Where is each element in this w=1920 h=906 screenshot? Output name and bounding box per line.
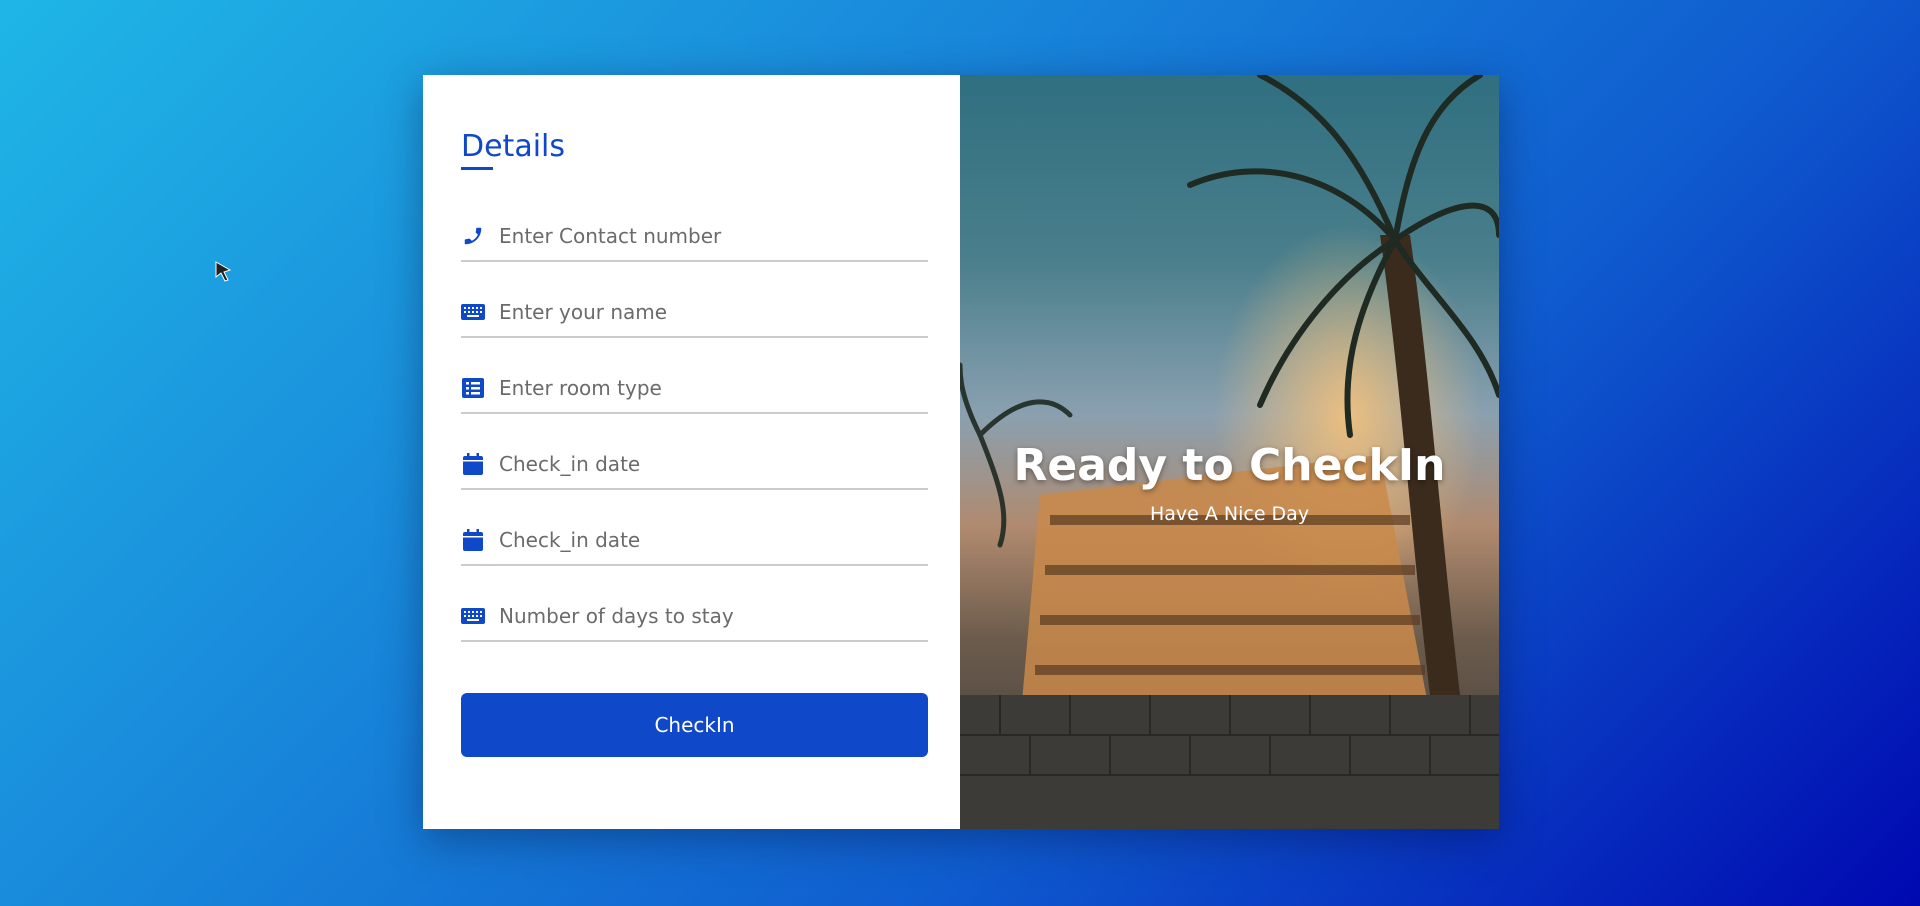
form-fields [461,212,928,642]
checkin-date-input[interactable] [499,440,928,488]
hero-subline: Have A Nice Day [1149,503,1310,525]
days-to-stay-field [461,592,928,642]
keyboard-icon [461,605,485,627]
checkin-card: Details Enter Contact number Enter your … [423,75,1499,829]
form-title: Details [461,129,566,164]
checkin-date-field [461,440,928,490]
contact-number-field [461,212,928,262]
phone-icon [461,225,485,247]
room-type-input[interactable] [499,364,928,412]
name-input[interactable] [499,288,928,336]
checkin-date-input-2[interactable] [499,516,928,564]
details-form-panel: Details Enter Contact number Enter your … [423,75,960,829]
checkin-button[interactable]: CheckIn [461,693,928,757]
mouse-cursor-icon [215,261,232,282]
keyboard-icon [461,301,485,323]
title-underline [461,167,493,170]
contact-number-input[interactable] [499,212,928,260]
days-to-stay-input[interactable] [499,592,928,640]
hero-headline: Ready to CheckIn [1013,440,1446,491]
hotel-hero-image: Ready to CheckIn Have A Nice Day [960,75,1499,829]
calendar-icon [461,453,485,475]
list-icon [461,377,485,399]
room-type-field [461,364,928,414]
name-field [461,288,928,338]
calendar-icon [461,529,485,551]
checkin-date-field-2 [461,516,928,566]
